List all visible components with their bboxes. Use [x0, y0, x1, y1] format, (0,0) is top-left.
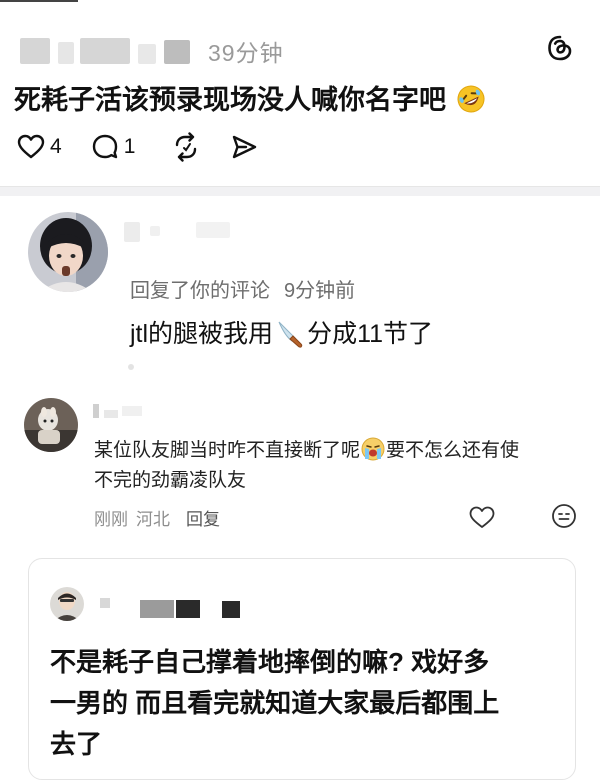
comment-meta: 刚刚 河北 回复 [94, 505, 228, 530]
redacted-username [93, 404, 99, 418]
share-button[interactable] [229, 132, 259, 162]
redacted-username [222, 601, 240, 618]
comment-text: 某位队友脚当时咋不直接断了呢 要不怎么还有使 不完的劲霸凌队友 [94, 436, 564, 496]
comment-line: 不完的劲霸凌队友 [94, 470, 247, 491]
post-text-content: 死耗子活该预录现场没人喊你名字吧 [14, 85, 446, 115]
comment-time: 刚刚 [94, 510, 128, 529]
reply-time: 9分钟前 [284, 280, 356, 302]
post-actions: 4 1 [16, 130, 287, 164]
redacted-username [176, 600, 200, 618]
reply-text-part: jtl的腿被我用 [130, 320, 274, 348]
quote-line: 去了 [50, 729, 103, 759]
redacted-username [122, 406, 142, 416]
threads-logo-icon[interactable] [546, 34, 574, 62]
comment-count: 1 [123, 135, 136, 158]
redacted-username [164, 40, 190, 64]
quoted-comment-text: 不是耗子自己撑着地摔倒的嘛? 戏好多 一男的 而且看完就知道大家最后都围上 去了 [50, 642, 560, 765]
quote-line: 不是耗子自己撑着地摔倒的嘛? 戏好多 [50, 647, 490, 677]
comment-text-part: 某位队友脚当时咋不直接断了呢 [94, 440, 361, 461]
user-avatar-photo [28, 212, 108, 292]
repost-button[interactable] [171, 132, 201, 162]
like-count: 4 [50, 135, 62, 158]
redacted-username [58, 42, 74, 64]
reply-button[interactable]: 回复 [186, 510, 220, 529]
comment-location: 河北 [136, 510, 170, 529]
redacted-username [100, 598, 110, 608]
repost-icon [176, 132, 197, 162]
reply-meta-label: 回复了你的评论 [130, 280, 270, 302]
share-icon [233, 135, 257, 159]
post-time: 39分钟 [208, 40, 284, 66]
rolling-laughing-emoji-icon [457, 85, 485, 113]
reply-text-part: 分成11节了 [307, 320, 434, 348]
quote-line: 一男的 而且看完就知道大家最后都围上 [50, 688, 500, 718]
comment-button[interactable]: 1 [90, 132, 136, 162]
kitchen-knife-emoji-icon [278, 321, 303, 348]
comment-line: 某位队友脚当时咋不直接断了呢 要不怎么还有使 [94, 436, 564, 466]
like-button[interactable]: 4 [16, 132, 62, 162]
heart-icon [17, 134, 45, 159]
heart-outline-icon[interactable] [468, 504, 496, 530]
section-divider [0, 186, 600, 196]
post-text: 死耗子活该预录现场没人喊你名字吧 [14, 78, 486, 117]
quoted-avatar-photo [50, 587, 84, 621]
reply-text: jtl的腿被我用 分成11节了 [130, 314, 433, 350]
crying-emoji-icon [361, 437, 385, 461]
avatar[interactable] [24, 398, 78, 452]
avatar[interactable] [50, 587, 84, 621]
redacted-username [140, 600, 174, 618]
commenter-avatar-photo [24, 398, 78, 452]
redacted-username [196, 222, 230, 238]
unread-dot [128, 364, 134, 370]
top-divider [0, 0, 78, 2]
redacted-username [124, 222, 140, 242]
redacted-username [80, 38, 130, 64]
comment-text-part: 要不怎么还有使 [386, 440, 520, 461]
avatar[interactable] [28, 212, 108, 292]
redacted-username [150, 226, 160, 236]
comment-icon [92, 134, 117, 159]
redacted-username [20, 38, 50, 64]
emoji-face-icon[interactable] [551, 503, 577, 529]
redacted-username [138, 44, 156, 64]
redacted-username [104, 410, 118, 418]
reply-meta: 回复了你的评论 9分钟前 [130, 274, 355, 303]
